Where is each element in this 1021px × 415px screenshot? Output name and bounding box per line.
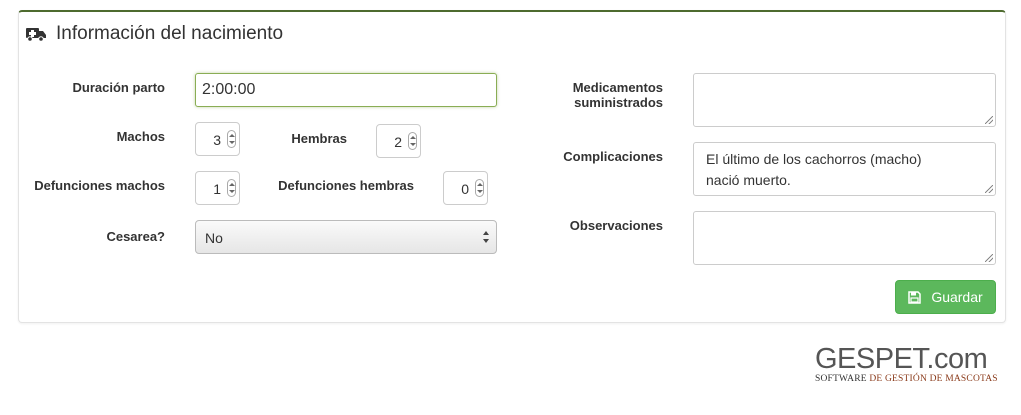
logo-tagline: SOFTWARE DE GESTIÓN DE MASCOTAS bbox=[815, 374, 1000, 384]
stepper-arrows-icon[interactable] bbox=[227, 130, 236, 148]
medicamentos-textarea[interactable] bbox=[693, 73, 996, 127]
ambulance-icon bbox=[26, 28, 46, 42]
cesarea-label: Cesarea? bbox=[106, 229, 165, 244]
gespet-logo: GESPET.com SOFTWARE DE GESTIÓN DE MASCOT… bbox=[815, 344, 1000, 384]
complicaciones-value-line1: El último de los cachorros (macho) bbox=[706, 151, 922, 167]
cesarea-value: No bbox=[205, 230, 223, 246]
duracion-parto-input[interactable]: 2:00:00 bbox=[195, 73, 497, 107]
observaciones-label: Observaciones bbox=[569, 218, 663, 233]
logo-wordmark: GESPET.com bbox=[815, 343, 988, 375]
defunciones-machos-stepper[interactable]: 1 bbox=[195, 171, 240, 205]
defunciones-machos-value: 1 bbox=[213, 181, 221, 197]
panel-header: Información del nacimiento bbox=[26, 23, 283, 45]
machos-value: 3 bbox=[213, 132, 221, 148]
stepper-arrows-icon[interactable] bbox=[408, 132, 417, 150]
complicaciones-value-line2: nació muerto. bbox=[706, 172, 791, 188]
medicamentos-label-line1: Medicamentos bbox=[572, 80, 663, 95]
defunciones-hembras-label: Defunciones hembras bbox=[278, 178, 414, 193]
defunciones-hembras-stepper[interactable]: 0 bbox=[443, 171, 488, 205]
observaciones-textarea[interactable] bbox=[693, 211, 996, 265]
resize-grip-icon[interactable] bbox=[985, 116, 993, 124]
cesarea-select[interactable]: No bbox=[195, 220, 497, 254]
floppy-disk-icon bbox=[908, 290, 922, 304]
duracion-parto-label: Duración parto bbox=[72, 80, 165, 95]
logo-tagline-part2: DE GESTIÓN DE MASCOTAS bbox=[869, 374, 998, 384]
logo-tagline-part1: SOFTWARE bbox=[815, 374, 870, 384]
save-label: Guardar bbox=[931, 289, 983, 305]
resize-grip-icon[interactable] bbox=[985, 254, 993, 262]
stepper-arrows-icon[interactable] bbox=[227, 179, 236, 197]
machos-label: Machos bbox=[116, 129, 165, 144]
resize-grip-icon[interactable] bbox=[985, 185, 993, 193]
select-arrows-icon bbox=[483, 230, 490, 244]
complicaciones-textarea[interactable]: El último de los cachorros (macho) nació… bbox=[693, 142, 996, 196]
defunciones-machos-label: Defunciones machos bbox=[34, 178, 165, 193]
stepper-arrows-icon[interactable] bbox=[475, 179, 484, 197]
complicaciones-label: Complicaciones bbox=[563, 149, 663, 164]
panel-title: Información del nacimiento bbox=[56, 23, 284, 44]
hembras-stepper[interactable]: 2 bbox=[376, 124, 421, 158]
medicamentos-label-line2: suministrados bbox=[574, 95, 663, 110]
medicamentos-label: Medicamentos suministrados bbox=[540, 80, 663, 110]
save-button[interactable]: Guardar bbox=[895, 280, 996, 314]
defunciones-hembras-value: 0 bbox=[461, 181, 469, 197]
hembras-label: Hembras bbox=[291, 131, 347, 146]
machos-stepper[interactable]: 3 bbox=[195, 122, 240, 156]
hembras-value: 2 bbox=[394, 134, 402, 150]
